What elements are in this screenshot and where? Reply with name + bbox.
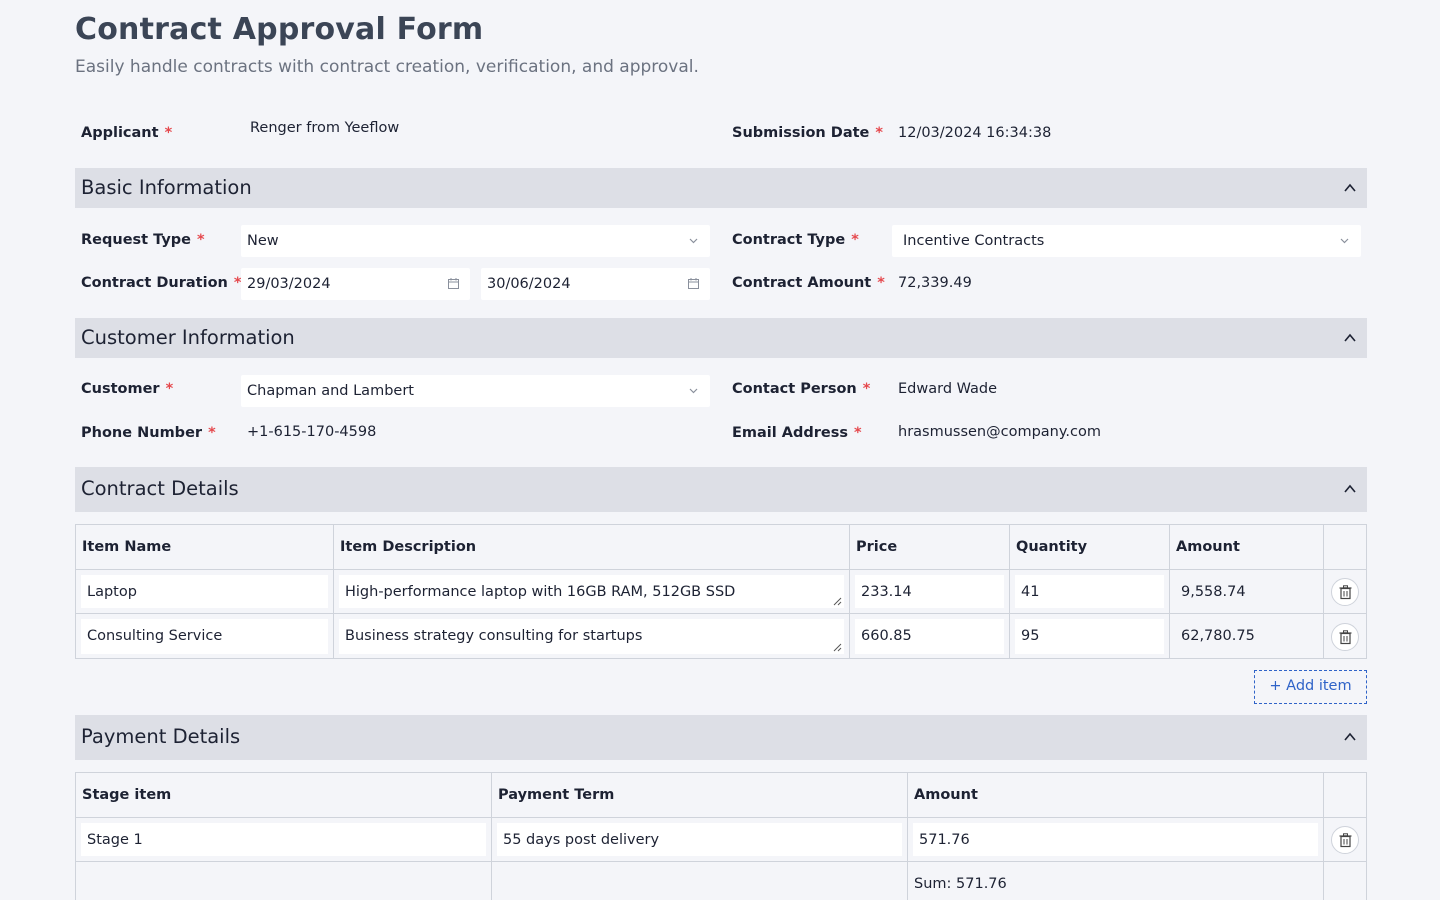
column-header: Price xyxy=(856,539,898,555)
item-description-textarea[interactable]: Business strategy consulting for startup… xyxy=(339,619,844,654)
column-header: Quantity xyxy=(1016,539,1088,555)
amount-value: 9,558.74 xyxy=(1181,584,1246,600)
section-contract-details[interactable]: Contract Details xyxy=(75,467,1367,512)
request-type-value: New xyxy=(247,233,279,249)
contract-type-select[interactable]: Incentive Contracts xyxy=(892,225,1361,257)
applicant-value: Renger from Yeeflow xyxy=(250,120,400,136)
section-basic-information[interactable]: Basic Information xyxy=(75,168,1367,208)
delete-row-button[interactable] xyxy=(1331,825,1359,854)
payment-sum: Sum: 571.76 xyxy=(914,876,1007,892)
item-description-value: Business strategy consulting for startup… xyxy=(345,628,643,644)
column-header: Amount xyxy=(914,787,978,803)
page-title: Contract Approval Form xyxy=(75,12,484,47)
duration-start-date-input[interactable]: 29/03/2024 xyxy=(241,268,470,300)
column-header: Stage item xyxy=(82,787,172,803)
stage-item-input[interactable]: Stage 1 xyxy=(81,823,486,856)
price-input[interactable]: 233.14 xyxy=(855,575,1004,608)
duration-end-date-input[interactable]: 30/06/2024 xyxy=(481,268,710,300)
add-item-button[interactable]: + Add item xyxy=(1254,670,1367,704)
phone-number-label: Phone Number * xyxy=(81,425,216,441)
section-payment-details[interactable]: Payment Details xyxy=(75,715,1367,760)
section-title: Payment Details xyxy=(81,725,241,748)
request-type-select[interactable]: New xyxy=(241,225,710,257)
required-marker: * xyxy=(862,381,871,397)
item-description-value: High-performance laptop with 16GB RAM, 5… xyxy=(345,584,736,600)
required-marker: * xyxy=(164,125,173,141)
submission-date-label: Submission Date * xyxy=(732,125,883,141)
section-title: Basic Information xyxy=(81,176,252,199)
table-header-row: Stage item Payment Term Amount xyxy=(76,773,1366,818)
customer-value: Chapman and Lambert xyxy=(247,383,414,399)
duration-end-value: 30/06/2024 xyxy=(487,276,571,292)
contract-type-value: Incentive Contracts xyxy=(903,233,1045,249)
required-marker: * xyxy=(165,381,174,397)
required-marker: * xyxy=(875,125,883,141)
required-marker: * xyxy=(877,275,885,291)
table-row: Laptop High-performance laptop with 16GB… xyxy=(76,570,1366,614)
resize-handle-icon[interactable] xyxy=(833,597,842,606)
contact-person-value: Edward Wade xyxy=(898,381,998,397)
chevron-down-icon xyxy=(689,238,698,244)
calendar-icon[interactable] xyxy=(447,277,460,290)
contract-duration-label: Contract Duration * xyxy=(81,275,242,291)
column-header: Payment Term xyxy=(498,787,615,803)
contact-person-label: Contact Person * xyxy=(732,381,871,397)
customer-select[interactable]: Chapman and Lambert xyxy=(241,375,710,407)
amount-value: 62,780.75 xyxy=(1181,628,1255,644)
resize-handle-icon[interactable] xyxy=(833,643,842,652)
trash-icon xyxy=(1339,584,1352,599)
calendar-icon[interactable] xyxy=(687,277,700,290)
table-header-row: Item Name Item Description Price Quantit… xyxy=(76,525,1366,570)
item-name-input[interactable]: Laptop xyxy=(81,575,328,608)
section-title: Customer Information xyxy=(81,326,295,349)
chevron-down-icon xyxy=(1340,238,1349,244)
required-marker: * xyxy=(208,425,216,441)
contract-items-table: Item Name Item Description Price Quantit… xyxy=(75,524,1367,659)
table-summary-row: Sum: 571.76 xyxy=(76,862,1366,900)
column-header: Item Name xyxy=(82,539,172,555)
chevron-up-icon[interactable] xyxy=(1343,730,1357,744)
chevron-up-icon[interactable] xyxy=(1343,331,1357,345)
quantity-input[interactable]: 95 xyxy=(1015,619,1164,654)
duration-start-value: 29/03/2024 xyxy=(247,276,331,292)
column-header: Amount xyxy=(1176,539,1240,555)
chevron-up-icon[interactable] xyxy=(1343,181,1357,195)
phone-number-value: +1-615-170-4598 xyxy=(247,424,377,440)
contract-amount-label: Contract Amount * xyxy=(732,275,885,291)
payment-amount-input[interactable]: 571.76 xyxy=(913,823,1318,856)
section-customer-information[interactable]: Customer Information xyxy=(75,318,1367,358)
applicant-label: Applicant * xyxy=(81,125,173,141)
item-name-input[interactable]: Consulting Service xyxy=(81,619,328,654)
contract-type-label: Contract Type * xyxy=(732,232,859,248)
payment-stages-table: Stage item Payment Term Amount Stage 1 5… xyxy=(75,772,1367,900)
item-description-textarea[interactable]: High-performance laptop with 16GB RAM, 5… xyxy=(339,575,844,608)
page-subtitle: Easily handle contracts with contract cr… xyxy=(75,57,699,77)
section-title: Contract Details xyxy=(81,477,239,500)
delete-row-button[interactable] xyxy=(1331,622,1359,651)
trash-icon xyxy=(1339,832,1352,847)
payment-term-input[interactable]: 55 days post delivery xyxy=(497,823,902,856)
trash-icon xyxy=(1339,629,1352,644)
chevron-up-icon[interactable] xyxy=(1343,482,1357,496)
submission-date-value: 12/03/2024 16:34:38 xyxy=(898,125,1052,141)
required-marker: * xyxy=(851,232,859,248)
request-type-label: Request Type * xyxy=(81,232,205,248)
table-row: Consulting Service Business strategy con… xyxy=(76,614,1366,659)
delete-row-button[interactable] xyxy=(1331,577,1359,606)
email-address-value: hrasmussen@company.com xyxy=(898,424,1101,440)
table-row: Stage 1 55 days post delivery 571.76 xyxy=(76,818,1366,862)
price-input[interactable]: 660.85 xyxy=(855,619,1004,654)
column-header: Item Description xyxy=(340,539,477,555)
required-marker: * xyxy=(196,232,205,248)
quantity-input[interactable]: 41 xyxy=(1015,575,1164,608)
required-marker: * xyxy=(854,425,862,441)
chevron-down-icon xyxy=(689,388,698,394)
contract-amount-value: 72,339.49 xyxy=(898,275,972,291)
email-address-label: Email Address * xyxy=(732,425,862,441)
customer-label: Customer * xyxy=(81,381,174,397)
